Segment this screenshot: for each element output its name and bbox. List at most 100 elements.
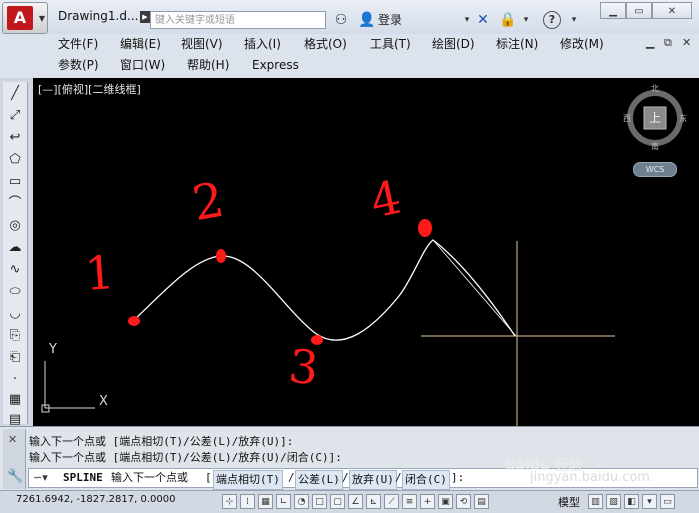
drawing-canvas[interactable]: [—][俯视][二维线框] 1 2 3 4 Y X 北 南 东 西 上 WCS [33,78,699,426]
coordinates-readout[interactable]: 7261.6942, -1827.2817, 0.0000 [16,494,175,505]
point-marker-1 [128,316,140,326]
option-tolerance[interactable]: 公差(L) [295,470,343,490]
menu-tools[interactable]: 工具(T) [370,34,411,54]
search-input[interactable]: 键入关键字或短语 [150,11,326,29]
ellipse-arc-tool-icon[interactable]: ◡ [5,304,25,324]
doc-minimize-button[interactable]: ▁ [646,36,654,49]
command-history-line-1: 输入下一个点或 [端点相切(T)/公差(L)/放弃(U)]: [29,435,294,448]
status-bar: 7261.6942, -1827.2817, 0.0000 ⊹ ⁞ ▦ ∟ ◔ … [0,490,699,513]
key-dropdown-icon[interactable]: ▾ [517,11,535,29]
spline-tool-icon[interactable]: ∿ [5,260,25,280]
viewcube-west[interactable]: 西 [623,113,631,124]
polyline-tool-icon[interactable]: ↩ [5,128,25,148]
hatch-tool-icon[interactable]: ▦ [5,390,25,410]
transparency-icon[interactable]: + [420,494,435,509]
maximize-button[interactable]: ▭ [626,2,652,19]
wcs-menu-button[interactable]: WCS [633,162,677,177]
doc-close-button[interactable]: ✕ [682,36,691,49]
login-link[interactable]: 登录 [378,11,402,29]
infer-constraints-icon[interactable]: ⊹ [222,494,237,509]
circle-tool-icon[interactable]: ◎ [5,216,25,236]
clean-screen-icon[interactable]: ▭ [660,494,675,509]
command-prompt-text: 输入下一个点或 [111,471,188,484]
ortho-mode-icon[interactable]: ∟ [276,494,291,509]
menu-draw[interactable]: 绘图(D) [432,34,475,54]
option-close[interactable]: 闭合(C) [402,470,450,490]
object-snap-tracking-icon[interactable]: ∠ [348,494,363,509]
command-separator-2: / [342,471,349,484]
option-tangent[interactable]: 端点相切(T) [213,470,283,490]
arc-tool-icon[interactable]: ⌒ [5,194,25,214]
menu-help[interactable]: 帮助(H) [187,55,229,75]
key-lock-icon[interactable]: 🔒 [499,11,517,29]
command-separator-1: / [288,471,295,484]
quick-view-layouts-icon[interactable]: ▧ [606,494,621,509]
3d-object-snap-icon[interactable]: ▢ [330,494,345,509]
revision-cloud-tool-icon[interactable]: ☁ [5,238,25,258]
binoculars-icon[interactable]: ⚇ [332,11,350,29]
ucs-x-label: X [99,394,108,409]
spline-curve [132,239,516,341]
document-title: Drawing1.d... [58,9,138,23]
viewcube-south[interactable]: 南 [651,141,659,152]
command-bracket-open: [ [205,471,212,484]
help-icon[interactable]: ? [543,11,561,29]
point-marker-2 [216,249,226,263]
close-command-icon[interactable]: ✕ [8,433,17,446]
exchange-x-icon[interactable]: ✕ [474,11,492,29]
command-separator-3: / [395,471,402,484]
model-space-toggle[interactable]: 模型 [558,494,580,510]
dynamic-input-icon[interactable]: ⟋ [384,494,399,509]
customize-wrench-icon[interactable]: 🔧 [7,469,23,484]
doc-restore-button[interactable]: ⧉ [664,36,672,50]
status-bar-menu-icon[interactable]: ▾ [642,494,657,509]
close-button[interactable]: ✕ [652,2,692,19]
selection-cycling-icon[interactable]: ⟲ [456,494,471,509]
polar-tracking-icon[interactable]: ◔ [294,494,309,509]
spline-rubberband-line [432,239,517,337]
object-snap-icon[interactable]: □ [312,494,327,509]
make-block-tool-icon[interactable]: ⎗ [5,348,25,368]
construction-line-tool-icon[interactable]: ⤢ [5,106,25,126]
ucs-y-label: Y [49,342,57,357]
command-window-handle[interactable]: ✕ 🔧 [3,429,26,489]
grid-display-icon[interactable]: ▦ [258,494,273,509]
lineweight-icon[interactable]: ≡ [402,494,417,509]
menu-view[interactable]: 视图(V) [181,34,223,54]
point-tool-icon[interactable]: · [5,370,25,390]
help-dropdown-icon[interactable]: ▾ [565,11,583,29]
option-undo[interactable]: 放弃(U) [349,470,397,490]
ellipse-tool-icon[interactable]: ⬭ [5,282,25,302]
viewcube[interactable]: 北 南 东 西 上 [623,80,687,152]
minimize-button[interactable]: ▁ [600,2,626,19]
autocad-logo-icon: A [7,6,33,30]
annotation-monitor-icon[interactable]: ▤ [474,494,489,509]
viewcube-north[interactable]: 北 [651,83,659,94]
viewcube-east[interactable]: 东 [679,113,687,124]
menu-dimension[interactable]: 标注(N) [496,34,538,54]
dynamic-ucs-icon[interactable]: ⊾ [366,494,381,509]
title-expand-arrow[interactable]: ▶ [140,11,150,23]
menu-bar: 文件(F) 编辑(E) 视图(V) 插入(I) 格式(O) 工具(T) 绘图(D… [0,34,699,78]
menu-insert[interactable]: 插入(I) [244,34,281,54]
menu-edit[interactable]: 编辑(E) [120,34,161,54]
viewcube-top-face[interactable]: 上 [644,107,666,129]
polygon-tool-icon[interactable]: ⬠ [5,150,25,170]
quick-view-drawings-icon[interactable]: ◧ [624,494,639,509]
line-tool-icon[interactable]: ╱ [5,84,25,104]
quick-properties-icon[interactable]: ▣ [438,494,453,509]
layout-tab-icon[interactable]: ▥ [588,494,603,509]
rectangle-tool-icon[interactable]: ▭ [5,172,25,192]
insert-block-tool-icon[interactable]: ⎘ [5,326,25,346]
menu-file[interactable]: 文件(F) [58,34,98,54]
menu-modify[interactable]: 修改(M) [560,34,604,54]
snap-mode-icon[interactable]: ⁞ [240,494,255,509]
command-recent-icon[interactable]: ∽▾ [33,469,48,487]
user-icon[interactable]: 👤 [358,11,376,29]
menu-format[interactable]: 格式(O) [304,34,347,54]
application-menu-button[interactable]: A ▼ [2,2,48,34]
menu-express[interactable]: Express [252,55,299,75]
menu-parametric[interactable]: 参数(P) [58,55,99,75]
annotation-number-1: 1 [83,245,117,301]
menu-window[interactable]: 窗口(W) [120,55,165,75]
